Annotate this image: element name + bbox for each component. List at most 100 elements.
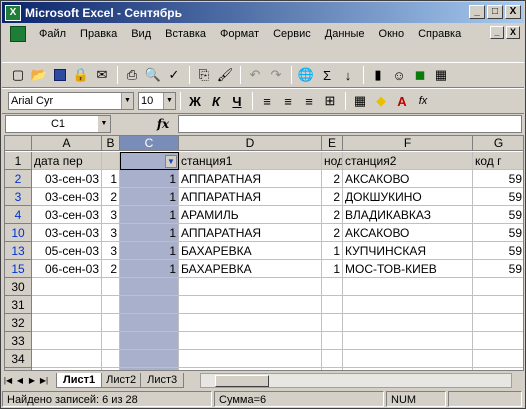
- cell[interactable]: [32, 314, 102, 332]
- cell[interactable]: [473, 350, 523, 368]
- menu-file[interactable]: Файл: [32, 23, 73, 45]
- cell[interactable]: [120, 296, 179, 314]
- menu-view[interactable]: Вид: [124, 23, 158, 45]
- insert-function-button[interactable]: fx: [148, 117, 178, 131]
- cell[interactable]: [102, 278, 120, 296]
- doc-minimize-button[interactable]: _: [490, 26, 504, 39]
- row-header[interactable]: 30: [5, 278, 32, 296]
- cell[interactable]: [32, 278, 102, 296]
- header-cell[interactable]: дата пер: [32, 152, 102, 170]
- row-header[interactable]: 1: [5, 152, 32, 170]
- row-header[interactable]: 34: [5, 350, 32, 368]
- cell[interactable]: 59: [473, 224, 523, 242]
- cell[interactable]: [120, 332, 179, 350]
- cell[interactable]: [32, 296, 102, 314]
- menu-insert[interactable]: Вставка: [158, 23, 213, 45]
- formula-input[interactable]: [178, 115, 522, 133]
- cell[interactable]: АППАРАТНАЯ: [179, 188, 322, 206]
- header-cell[interactable]: код г: [473, 152, 523, 170]
- horizontal-scrollbar[interactable]: [200, 373, 512, 388]
- font-size-select[interactable]: 10 ▼: [138, 92, 176, 110]
- cell[interactable]: АРАМИЛЬ: [179, 206, 322, 224]
- column-header-a[interactable]: A: [32, 136, 102, 151]
- format-painter-icon[interactable]: 🖌: [215, 65, 235, 85]
- font-color-icon[interactable]: A: [392, 91, 412, 111]
- italic-button[interactable]: К: [206, 91, 226, 111]
- menu-window[interactable]: Окно: [372, 23, 412, 45]
- cell[interactable]: 3: [102, 206, 120, 224]
- row-header[interactable]: 33: [5, 332, 32, 350]
- cell[interactable]: ДОКШУКИНО: [343, 188, 473, 206]
- cell[interactable]: [120, 368, 179, 370]
- undo-icon[interactable]: ↶: [245, 65, 265, 85]
- cell[interactable]: 03-сен-03: [32, 170, 102, 188]
- row-header[interactable]: 32: [5, 314, 32, 332]
- autofilter-dropdown-icon[interactable]: ▼: [165, 155, 177, 168]
- cell[interactable]: [343, 350, 473, 368]
- cell[interactable]: КУПЧИНСКАЯ: [343, 242, 473, 260]
- cell[interactable]: 05-сен-03: [32, 242, 102, 260]
- row-header[interactable]: 35: [5, 368, 32, 370]
- header-cell[interactable]: станция2: [343, 152, 473, 170]
- cell[interactable]: [473, 332, 523, 350]
- cell[interactable]: АППАРАТНАЯ: [179, 170, 322, 188]
- new-icon[interactable]: ▢: [8, 65, 28, 85]
- row-header[interactable]: 2: [5, 170, 32, 188]
- scroll-thumb[interactable]: [215, 375, 269, 387]
- cell[interactable]: 59: [473, 242, 523, 260]
- cell[interactable]: [473, 296, 523, 314]
- cell[interactable]: [322, 278, 343, 296]
- cell[interactable]: 59: [473, 260, 523, 278]
- bold-button[interactable]: Ж: [185, 91, 205, 111]
- sort-ascending-icon[interactable]: ↓: [338, 65, 358, 85]
- cell[interactable]: 59: [473, 206, 523, 224]
- select-all-corner[interactable]: [5, 136, 32, 151]
- save-icon[interactable]: [50, 65, 70, 85]
- menu-format[interactable]: Формат: [213, 23, 266, 45]
- cell[interactable]: АКСАКОВО: [343, 224, 473, 242]
- column-header-f[interactable]: F: [343, 136, 473, 151]
- workbook-icon[interactable]: [10, 26, 26, 42]
- cell[interactable]: [179, 368, 322, 370]
- row-header[interactable]: 13: [5, 242, 32, 260]
- column-header-e[interactable]: E: [322, 136, 343, 151]
- cell[interactable]: 1: [322, 242, 343, 260]
- cell[interactable]: [102, 296, 120, 314]
- cell[interactable]: 2: [322, 170, 343, 188]
- close-button[interactable]: X: [505, 5, 521, 19]
- cell[interactable]: 1: [102, 170, 120, 188]
- cell[interactable]: [179, 350, 322, 368]
- cell[interactable]: [322, 296, 343, 314]
- tab-sheet3[interactable]: Лист3: [140, 373, 185, 388]
- row-header[interactable]: 4: [5, 206, 32, 224]
- fill-color-icon[interactable]: ◆: [371, 91, 391, 111]
- minimize-button[interactable]: _: [469, 5, 485, 19]
- fx-toolbar-icon[interactable]: fx: [413, 91, 433, 111]
- permission-icon[interactable]: 🔒: [71, 65, 91, 85]
- redo-icon[interactable]: ↷: [266, 65, 286, 85]
- cell[interactable]: 1: [120, 242, 179, 260]
- row-header[interactable]: 3: [5, 188, 32, 206]
- cell[interactable]: [343, 296, 473, 314]
- underline-button[interactable]: Ч: [227, 91, 247, 111]
- cell[interactable]: БАХАРЕВКА: [179, 260, 322, 278]
- row-header[interactable]: 31: [5, 296, 32, 314]
- cell[interactable]: 1: [120, 188, 179, 206]
- open-icon[interactable]: 📂: [29, 65, 49, 85]
- borders-icon[interactable]: ▦: [350, 91, 370, 111]
- header-cell[interactable]: [102, 152, 120, 170]
- cell[interactable]: [120, 314, 179, 332]
- cell[interactable]: [179, 332, 322, 350]
- cell[interactable]: [343, 278, 473, 296]
- first-sheet-icon[interactable]: |◀: [2, 376, 14, 385]
- cell[interactable]: [473, 368, 523, 370]
- cell[interactable]: 1: [322, 260, 343, 278]
- prev-sheet-icon[interactable]: ◀: [14, 376, 26, 385]
- menu-help[interactable]: Справка: [411, 23, 468, 45]
- hyperlink-icon[interactable]: 🌐: [296, 65, 316, 85]
- cell[interactable]: ВЛАДИКАВКАЗ: [343, 206, 473, 224]
- cell[interactable]: [102, 350, 120, 368]
- cell[interactable]: [473, 314, 523, 332]
- maximize-button[interactable]: □: [487, 5, 503, 19]
- cell[interactable]: 03-сен-03: [32, 188, 102, 206]
